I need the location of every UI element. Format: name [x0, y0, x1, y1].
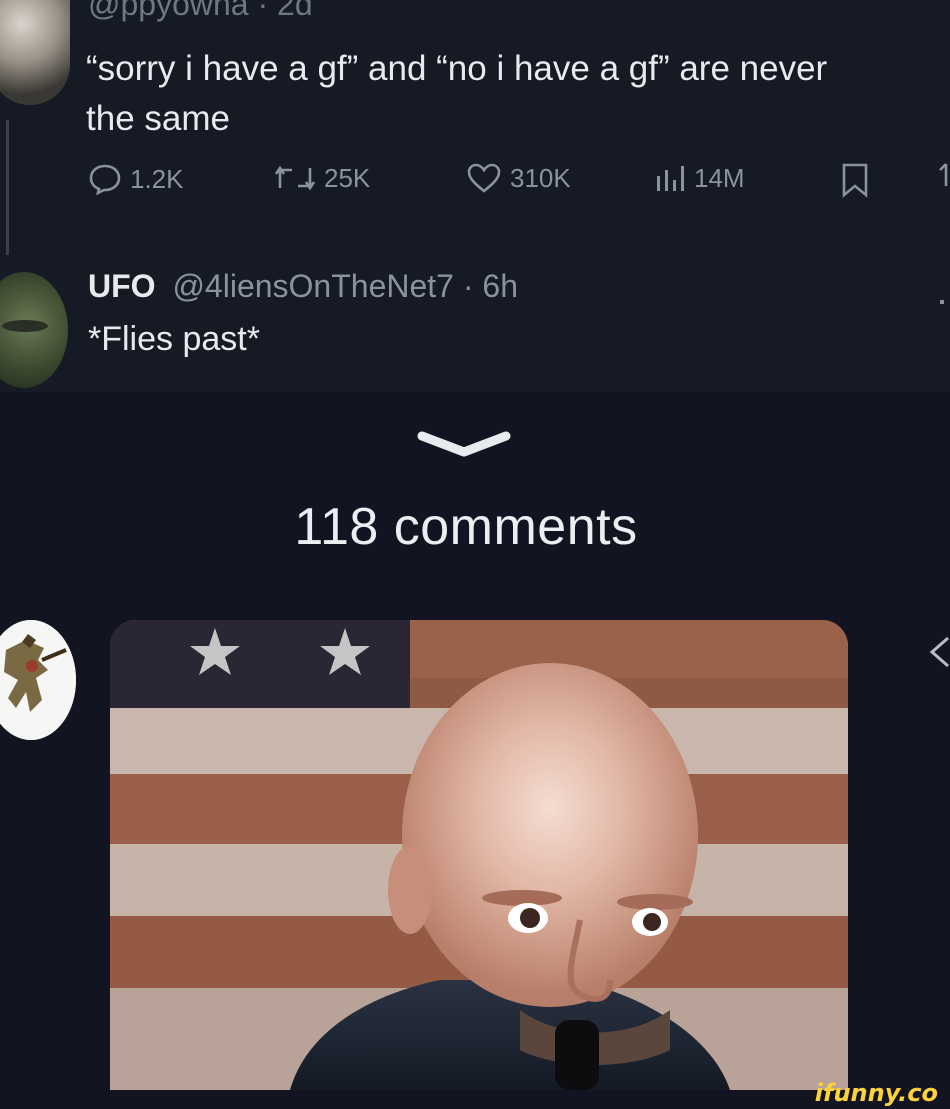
like-count: 310K — [510, 162, 571, 193]
chevron-down-icon[interactable] — [412, 428, 516, 462]
views-button[interactable]: 14M — [654, 162, 745, 194]
reply-author-name[interactable]: UFO — [88, 268, 156, 304]
reply-text: *Flies past* — [88, 320, 260, 358]
heart-icon — [467, 163, 501, 193]
reply-handle-time[interactable]: @4liensOnTheNet7 · 6h — [172, 268, 518, 304]
more-dot[interactable] — [940, 300, 944, 304]
tweet-text: “sorry i have a gf” and “no i have a gf”… — [86, 44, 946, 144]
views-icon — [657, 166, 684, 191]
warrior-figure-icon — [0, 620, 76, 740]
thread-line — [6, 120, 9, 255]
like-button[interactable]: 310K — [466, 162, 571, 194]
ifunny-watermark: ifunny.co — [814, 1079, 938, 1107]
views-count: 14M — [694, 162, 745, 193]
tweet-text-line-2: the same — [86, 99, 230, 138]
reply-icon — [89, 164, 121, 196]
comments-count-title: 118 comments — [294, 498, 638, 556]
reply-header: UFO @4liensOnTheNet7 · 6h — [88, 268, 518, 305]
tweet-handle[interactable]: @ppyowna · 2d — [88, 0, 313, 23]
bookmark-button[interactable] — [840, 162, 878, 198]
bookmark-icon — [842, 163, 868, 198]
meme-man-photo — [110, 620, 848, 1090]
comment-image[interactable] — [110, 620, 848, 1090]
share-icon — [939, 163, 948, 186]
reply-button[interactable]: 1.2K — [88, 162, 184, 196]
author-avatar[interactable] — [0, 0, 70, 105]
ufo-icon — [2, 320, 48, 332]
reply-count: 1.2K — [130, 163, 184, 194]
retweet-count: 25K — [324, 162, 371, 193]
reply-avatar[interactable] — [0, 272, 68, 388]
tweet-actions: 1.2K 25K 310K 14M — [88, 162, 948, 202]
tweet-text-line-1: “sorry i have a gf” and “no i have a gf”… — [86, 49, 828, 88]
tweet-screenshot: @ppyowna · 2d “sorry i have a gf” and “n… — [0, 0, 950, 392]
share-button[interactable] — [930, 162, 950, 198]
share-arrow-icon[interactable] — [926, 632, 950, 672]
commenter-avatar[interactable] — [0, 620, 76, 740]
retweet-icon — [274, 165, 316, 191]
comments-panel: 118 comments ifunny.co — [0, 392, 950, 1109]
retweet-button[interactable]: 25K — [274, 162, 370, 194]
